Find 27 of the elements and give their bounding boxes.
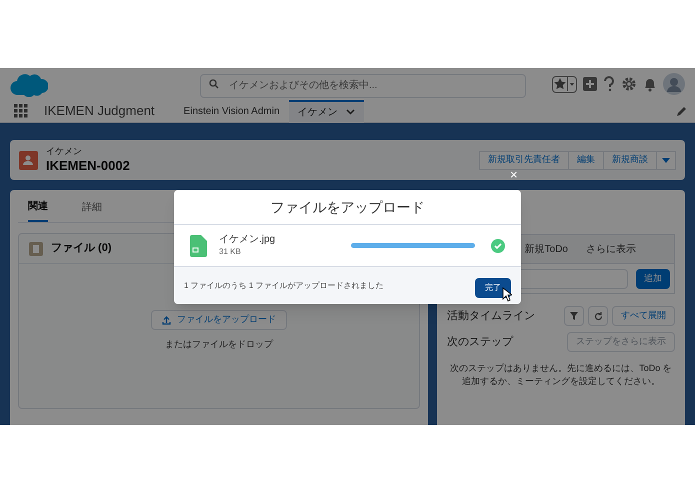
action-button[interactable]: 新規取引先責任者 <box>479 150 569 170</box>
record-tab[interactable]: 関連 <box>28 199 48 222</box>
done-button[interactable]: 完了 <box>475 278 511 298</box>
upload-button[interactable]: ファイルをアップロード <box>151 310 287 330</box>
publisher-tab[interactable]: さらに表示 <box>586 242 636 256</box>
file-name: イケメン.jpg <box>219 234 276 247</box>
nav-tab[interactable]: イケメン <box>288 100 364 122</box>
add-button[interactable]: 追加 <box>636 268 670 288</box>
nav-tab[interactable]: Einstein Vision Admin <box>174 100 289 122</box>
app-name: IKEMEN Judgment <box>44 102 155 120</box>
close-button[interactable]: × <box>510 168 518 181</box>
file-size: 31 KB <box>219 246 242 257</box>
record-name: IKEMEN-0002 <box>46 158 130 174</box>
next-steps-message: 次のステップはありません。先に進めるには、ToDo を追加するか、ミーティングを設定してください。 <box>449 362 673 388</box>
drop-hint: またはファイルをドロップ <box>165 338 273 351</box>
upload-summary: 1 ファイルのうち 1 ファイルがアップロードされました <box>184 280 384 292</box>
action-button[interactable]: 編集 <box>568 150 604 170</box>
files-title: ファイル (0) <box>51 241 112 256</box>
search-field[interactable]: イケメンおよびその他を検索中... <box>200 74 526 98</box>
timeline-title: 活動タイムライン <box>447 308 535 324</box>
object-label: イケメン <box>46 146 83 158</box>
publisher-tab[interactable]: 新規ToDo <box>524 242 568 256</box>
dialog-title: ファイルをアップロード <box>270 198 424 216</box>
action-button[interactable]: 新規商談 <box>603 150 657 170</box>
expand-all-button[interactable]: すべて展開 <box>612 306 675 326</box>
record-tab[interactable]: 詳細 <box>82 199 102 222</box>
next-steps-title: 次のステップ <box>447 334 513 350</box>
